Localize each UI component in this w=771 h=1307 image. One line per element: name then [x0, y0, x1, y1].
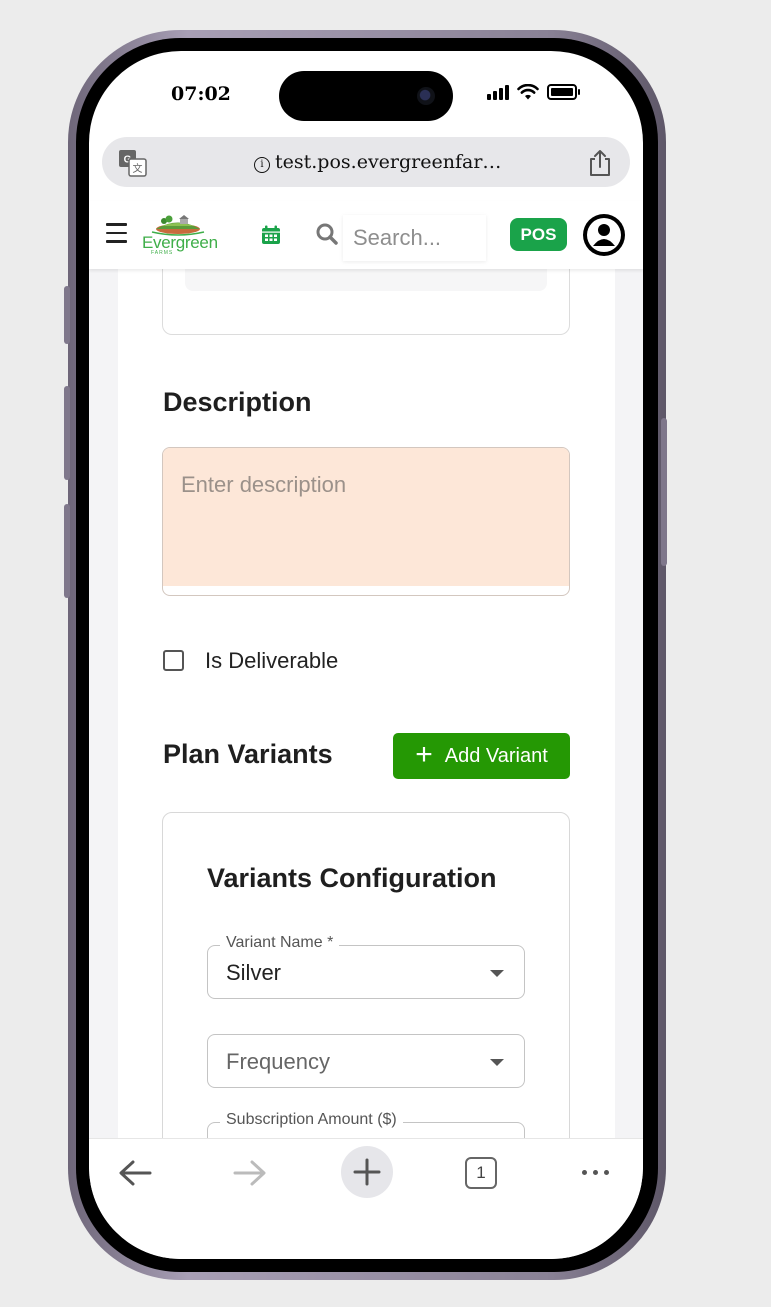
previous-field-card [162, 269, 570, 335]
more-icon[interactable] [582, 1170, 609, 1175]
front-camera [417, 87, 435, 105]
description-field[interactable] [162, 447, 570, 596]
user-avatar-icon[interactable] [583, 214, 625, 256]
variants-configuration-heading: Variants Configuration [207, 863, 497, 893]
frequency-placeholder: Frequency [226, 1049, 330, 1074]
is-deliverable-label[interactable]: Is Deliverable [205, 648, 338, 674]
browser-toolbar: 1 [89, 1138, 643, 1259]
app-header: Evergreen FARMS POS [89, 201, 643, 269]
browser-address-bar[interactable]: G 文 i test.pos.evergreenfar… [102, 137, 630, 187]
wifi-icon [517, 84, 539, 100]
variant-name-value: Silver [226, 960, 282, 985]
logo-subtext: FARMS [151, 250, 174, 256]
status-icons [487, 84, 580, 100]
share-icon[interactable] [587, 149, 613, 177]
plan-variants-heading: Plan Variants [163, 739, 333, 769]
pos-button[interactable]: POS [510, 218, 567, 251]
search-input[interactable] [343, 215, 486, 261]
frequency-select[interactable]: Frequency [207, 1034, 525, 1088]
add-variant-label: Add Variant [444, 744, 548, 767]
action-button [64, 286, 70, 344]
volume-down-button [64, 504, 70, 598]
subscription-amount-field[interactable]: Subscription Amount ($) [207, 1111, 525, 1139]
url-field[interactable]: i test.pos.evergreenfar… [254, 151, 584, 173]
tabs-icon[interactable]: 1 [465, 1157, 497, 1189]
variant-name-select[interactable]: Variant Name * Silver [207, 934, 525, 999]
translate-icon[interactable]: G 文 [118, 149, 148, 177]
form-content[interactable]: Description Is Deliverable Plan Variants… [118, 269, 615, 1139]
plus-icon: + [415, 737, 433, 771]
search-icon[interactable] [316, 223, 338, 245]
forward-arrow-icon[interactable] [233, 1159, 267, 1187]
volume-up-button [64, 386, 70, 480]
evergreen-logo[interactable]: Evergreen FARMS [142, 214, 218, 256]
dynamic-island [279, 71, 453, 121]
variant-name-label: Variant Name * [220, 934, 340, 952]
variants-configuration-card: Variants Configuration Variant Name * Si… [162, 812, 570, 1139]
phone-screen: 07:02 G 文 i test.pos.evergreenfar… Everg… [89, 51, 643, 1259]
menu-icon[interactable] [106, 223, 127, 245]
url-text: test.pos.evergreenfar… [275, 151, 502, 173]
back-arrow-icon[interactable] [118, 1159, 152, 1187]
power-button [661, 418, 667, 566]
status-time: 07:02 [171, 83, 231, 105]
info-icon[interactable]: i [254, 157, 270, 173]
chevron-down-icon [490, 970, 504, 977]
description-textarea[interactable] [163, 448, 569, 586]
previous-field-area [185, 269, 547, 291]
chevron-down-icon [490, 1059, 504, 1066]
subscription-amount-label: Subscription Amount ($) [220, 1111, 403, 1129]
description-heading: Description [163, 387, 312, 417]
is-deliverable-checkbox[interactable] [163, 650, 184, 671]
add-variant-button[interactable]: + Add Variant [393, 733, 570, 779]
svg-text:文: 文 [133, 162, 143, 175]
calendar-icon[interactable] [261, 225, 281, 245]
cellular-signal-icon [487, 84, 509, 100]
new-tab-plus-icon[interactable] [340, 1145, 394, 1199]
battery-icon [547, 84, 580, 100]
